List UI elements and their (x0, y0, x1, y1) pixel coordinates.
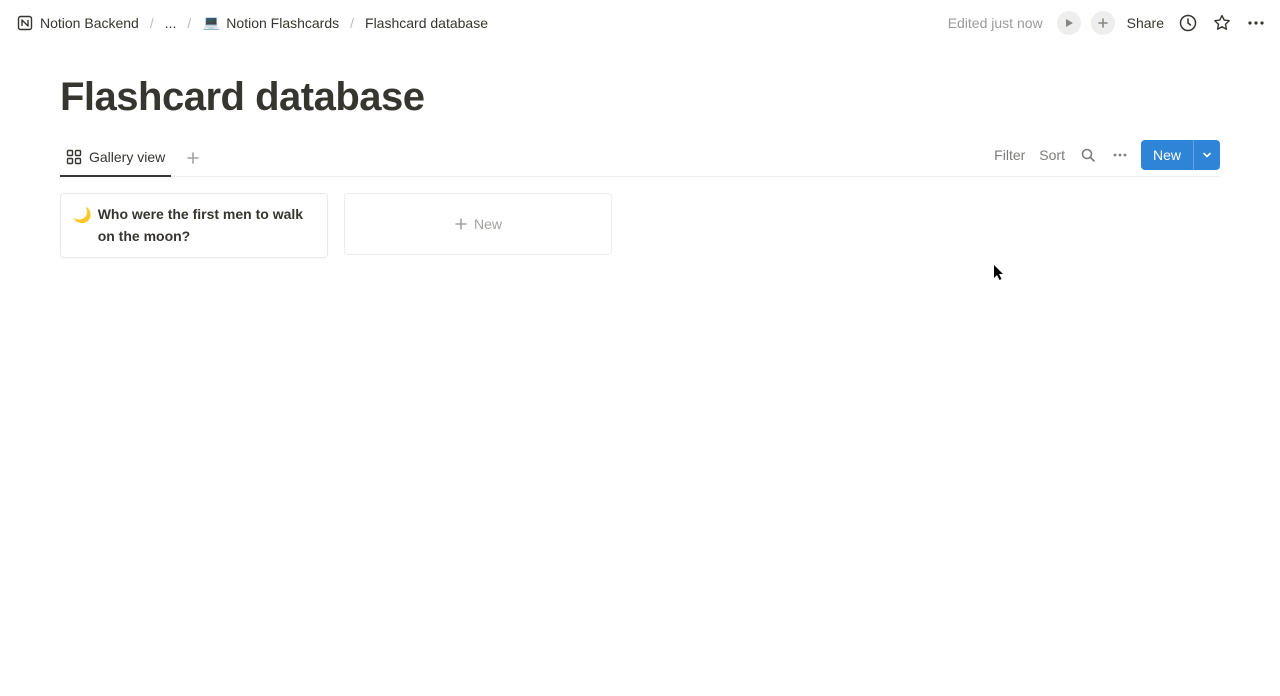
more-horizontal-icon (1111, 146, 1129, 164)
new-button-dropdown[interactable] (1194, 150, 1220, 160)
gallery-new-card-label: New (474, 216, 502, 232)
search-icon (1080, 147, 1096, 163)
view-tabs: Gallery view (60, 141, 207, 176)
star-icon (1212, 13, 1232, 33)
clock-icon (1178, 13, 1198, 33)
favorite-button[interactable] (1210, 11, 1234, 35)
gallery-card[interactable]: 🌙 Who were the first men to walk on the … (60, 193, 328, 258)
breadcrumb-root-label: Notion Backend (40, 15, 139, 31)
search-button[interactable] (1077, 144, 1099, 166)
view-tab-gallery[interactable]: Gallery view (60, 141, 171, 177)
more-horizontal-icon (1246, 13, 1266, 33)
breadcrumb-root[interactable]: Notion Backend (12, 12, 143, 34)
breadcrumb-separator: / (149, 15, 155, 31)
breadcrumb-current[interactable]: Flashcard database (361, 13, 492, 33)
view-tab-label: Gallery view (89, 149, 165, 165)
laptop-icon: 💻 (202, 14, 220, 32)
more-button[interactable] (1244, 11, 1268, 35)
share-button[interactable]: Share (1125, 13, 1166, 33)
breadcrumb: Notion Backend / ... / 💻 Notion Flashcar… (12, 12, 492, 34)
breadcrumb-ellipsis[interactable]: ... (161, 13, 181, 33)
breadcrumb-parent-label: Notion Flashcards (226, 15, 339, 31)
plus-icon (454, 217, 468, 231)
play-button[interactable] (1057, 11, 1081, 35)
play-icon (1064, 18, 1074, 28)
breadcrumb-current-label: Flashcard database (365, 15, 488, 31)
breadcrumb-ellipsis-label: ... (165, 15, 177, 31)
edited-label: Edited just now (948, 15, 1043, 31)
gallery-new-card[interactable]: New (344, 193, 612, 255)
topbar: Notion Backend / ... / 💻 Notion Flashcar… (0, 0, 1280, 45)
view-row: Gallery view Filter Sort New (60, 140, 1220, 177)
page-body: Flashcard database Gallery view Filter S… (0, 45, 1280, 258)
filter-button[interactable]: Filter (992, 145, 1027, 165)
cursor-icon (994, 265, 1006, 283)
breadcrumb-separator: / (349, 15, 355, 31)
add-view-button[interactable] (179, 144, 207, 172)
gallery: 🌙 Who were the first men to walk on the … (60, 177, 1220, 258)
topbar-right: Edited just now Share (948, 11, 1268, 35)
page-title[interactable]: Flashcard database (60, 75, 1220, 120)
moon-icon: 🌙 (73, 204, 92, 227)
add-button[interactable] (1091, 11, 1115, 35)
plus-icon (186, 151, 200, 165)
view-controls: Filter Sort New (992, 140, 1220, 176)
plus-icon (1097, 17, 1109, 29)
view-options-button[interactable] (1109, 144, 1131, 166)
gallery-card-title: Who were the first men to walk on the mo… (98, 204, 315, 247)
new-button-label: New (1141, 147, 1193, 163)
updates-button[interactable] (1176, 11, 1200, 35)
breadcrumb-separator: / (186, 15, 192, 31)
breadcrumb-parent[interactable]: 💻 Notion Flashcards (198, 12, 343, 34)
chevron-down-icon (1202, 150, 1212, 160)
notion-logo-icon (16, 14, 34, 32)
gallery-icon (66, 149, 82, 165)
sort-button[interactable]: Sort (1037, 145, 1067, 165)
new-button[interactable]: New (1141, 140, 1220, 170)
